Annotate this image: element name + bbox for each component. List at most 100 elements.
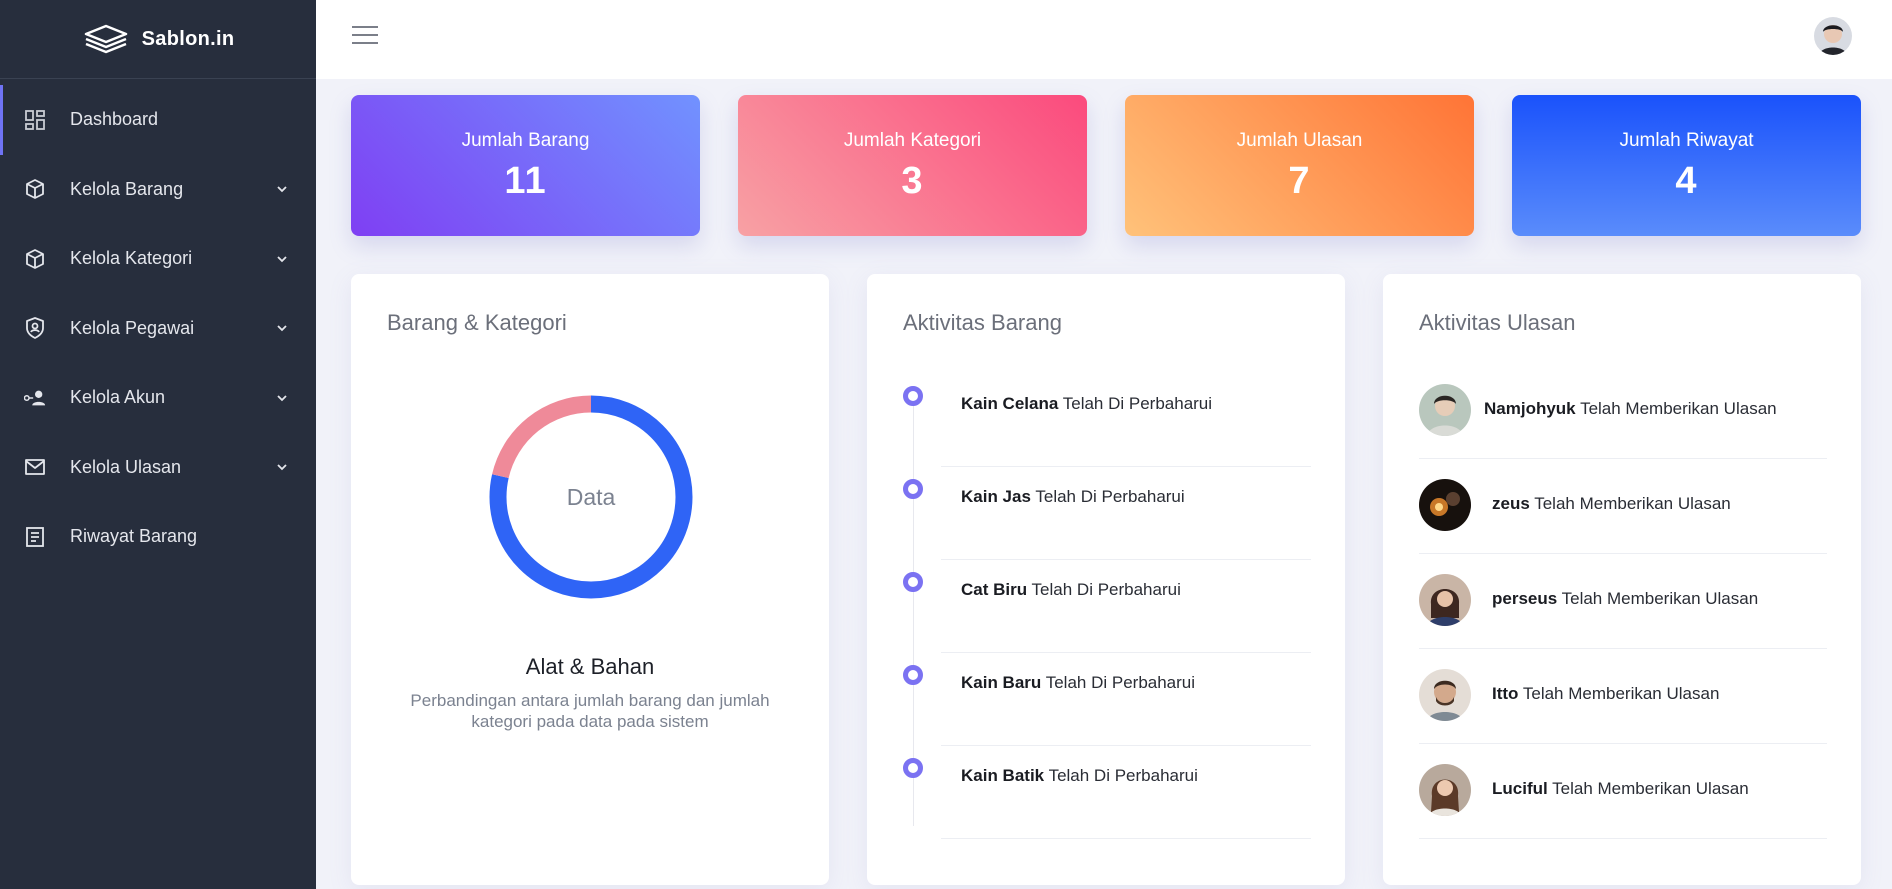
review-item[interactable]: perseus Telah Memberikan Ulasan: [1419, 574, 1827, 669]
review-status: Telah Memberikan Ulasan: [1552, 779, 1749, 798]
avatar: [1419, 574, 1471, 626]
chart-description: Perbandingan antara jumlah barang dan ju…: [410, 691, 770, 731]
timeline-item[interactable]: Kain Batik Telah Di Perbaharui: [903, 746, 1311, 839]
review-text: Namjohyuk Telah Memberikan Ulasan: [1484, 399, 1777, 419]
item-status: Telah Di Perbaharui: [1062, 394, 1213, 413]
donut-chart: Data: [488, 394, 694, 600]
document-icon: [24, 526, 46, 548]
sidebar-item-label: Riwayat Barang: [70, 526, 198, 547]
item-name: Kain Baru: [961, 673, 1042, 692]
timeline-item[interactable]: Kain Celana Telah Di Perbaharui: [903, 374, 1311, 467]
stat-card-jumlah-riwayat[interactable]: Jumlah Riwayat 4: [1512, 95, 1861, 236]
review-item[interactable]: zeus Telah Memberikan Ulasan: [1419, 479, 1827, 574]
item-name: Cat Biru: [961, 580, 1028, 599]
review-item[interactable]: Itto Telah Memberikan Ulasan: [1419, 669, 1827, 764]
dashboard-icon: [24, 109, 46, 131]
review-status: Telah Memberikan Ulasan: [1534, 494, 1731, 513]
timeline-text: Kain Baru Telah Di Perbaharui: [961, 673, 1195, 693]
divider: [1419, 553, 1827, 554]
review-status: Telah Memberikan Ulasan: [1580, 399, 1777, 418]
stat-card-jumlah-kategori[interactable]: Jumlah Kategori 3: [738, 95, 1087, 236]
timeline-dot-icon: [903, 386, 923, 406]
avatar: [1419, 669, 1471, 721]
reviewer-name: perseus: [1492, 589, 1558, 608]
timeline-text: Cat Biru Telah Di Perbaharui: [961, 580, 1181, 600]
user-avatar[interactable]: [1814, 17, 1852, 55]
layers-icon: [84, 24, 127, 54]
review-text: perseus Telah Memberikan Ulasan: [1492, 589, 1758, 609]
sidebar-item-riwayat-barang[interactable]: Riwayat Barang: [0, 502, 316, 572]
stat-value: 11: [504, 160, 547, 202]
stat-value: 7: [1288, 160, 1311, 202]
review-item[interactable]: Namjohyuk Telah Memberikan Ulasan: [1419, 384, 1827, 479]
sidebar-item-label: Kelola Pegawai: [70, 317, 195, 338]
sidebar-item-label: Kelola Ulasan: [70, 456, 182, 477]
timeline-text: Kain Jas Telah Di Perbaharui: [961, 487, 1185, 507]
panel-title: Barang & Kategori: [387, 310, 567, 335]
brand-name: Sablon.in: [141, 27, 235, 50]
timeline-text: Kain Celana Telah Di Perbaharui: [961, 394, 1212, 414]
panel-title: Aktivitas Barang: [903, 310, 1062, 335]
review-status: Telah Memberikan Ulasan: [1561, 589, 1759, 608]
sidebar-item-kelola-pegawai[interactable]: Kelola Pegawai: [0, 294, 316, 364]
box-icon: [24, 248, 46, 270]
activity-timeline: Kain Celana Telah Di Perbaharui Kain Jas…: [903, 374, 1311, 839]
brand[interactable]: Sablon.in: [0, 0, 316, 79]
user-key-icon: [24, 387, 46, 409]
aktivitas-ulasan-panel: Aktivitas Ulasan Namjohyuk Telah Memberi…: [1383, 274, 1861, 885]
shield-user-icon: [24, 317, 46, 340]
reviewer-name: zeus: [1492, 494, 1530, 513]
divider: [941, 838, 1311, 839]
box-icon: [24, 178, 46, 200]
divider: [1419, 743, 1827, 744]
aktivitas-barang-panel: Aktivitas Barang Kain Celana Telah Di Pe…: [867, 274, 1345, 885]
stat-card-jumlah-ulasan[interactable]: Jumlah Ulasan 7: [1125, 95, 1474, 236]
sidebar-item-dashboard[interactable]: Dashboard: [0, 85, 316, 155]
chevron-down-icon: [277, 256, 287, 263]
stat-label: Jumlah Ulasan: [1236, 130, 1363, 151]
timeline-item[interactable]: Kain Baru Telah Di Perbaharui: [903, 653, 1311, 746]
topbar: [316, 0, 1892, 79]
barang-kategori-panel: Barang & Kategori Data Alat & Bahan Perb…: [351, 274, 829, 885]
review-list: Namjohyuk Telah Memberikan Ulasan zeus T…: [1419, 384, 1827, 859]
avatar: [1419, 479, 1471, 531]
divider: [1419, 458, 1827, 459]
sidebar-item-label: Kelola Barang: [70, 178, 184, 199]
timeline-item[interactable]: Cat Biru Telah Di Perbaharui: [903, 560, 1311, 653]
item-name: Kain Jas: [961, 487, 1031, 506]
sidebar-item-kelola-kategori[interactable]: Kelola Kategori: [0, 224, 316, 294]
avatar: [1419, 384, 1471, 436]
chevron-down-icon: [277, 325, 287, 332]
stat-card-jumlah-barang[interactable]: Jumlah Barang 11: [351, 95, 700, 236]
divider: [1419, 648, 1827, 649]
chevron-down-icon: [277, 395, 287, 402]
timeline-dot-icon: [903, 758, 923, 778]
item-status: Telah Di Perbaharui: [1048, 766, 1198, 785]
timeline-dot-icon: [903, 665, 923, 685]
sidebar-item-label: Dashboard: [70, 109, 159, 130]
stat-label: Jumlah Kategori: [843, 130, 982, 151]
reviewer-name: Namjohyuk: [1484, 399, 1576, 418]
sidebar-item-kelola-barang[interactable]: Kelola Barang: [0, 155, 316, 225]
sidebar-item-label: Kelola Kategori: [70, 248, 193, 269]
divider: [1419, 838, 1827, 839]
item-name: Kain Celana: [961, 394, 1059, 413]
item-status: Telah Di Perbaharui: [1035, 487, 1185, 506]
reviewer-name: Luciful: [1492, 779, 1548, 798]
chevron-down-icon: [277, 464, 287, 471]
chevron-down-icon: [277, 186, 287, 193]
review-item[interactable]: Luciful Telah Memberikan Ulasan: [1419, 764, 1827, 859]
review-text: Itto Telah Memberikan Ulasan: [1492, 684, 1719, 704]
stat-value: 3: [901, 160, 924, 202]
stat-label: Jumlah Riwayat: [1619, 130, 1754, 151]
timeline-item[interactable]: Kain Jas Telah Di Perbaharui: [903, 467, 1311, 560]
timeline-text: Kain Batik Telah Di Perbaharui: [961, 766, 1198, 786]
hamburger-icon[interactable]: [352, 24, 378, 46]
chart-subtitle: Alat & Bahan: [525, 654, 655, 679]
sidebar-item-kelola-ulasan[interactable]: Kelola Ulasan: [0, 433, 316, 503]
sidebar-nav: Dashboard Kelola Barang Kelola Kategori: [0, 85, 316, 572]
sidebar-item-kelola-akun[interactable]: Kelola Akun: [0, 363, 316, 433]
item-status: Telah Di Perbaharui: [1045, 673, 1196, 692]
stat-value: 4: [1675, 160, 1698, 202]
timeline-dot-icon: [903, 572, 923, 592]
